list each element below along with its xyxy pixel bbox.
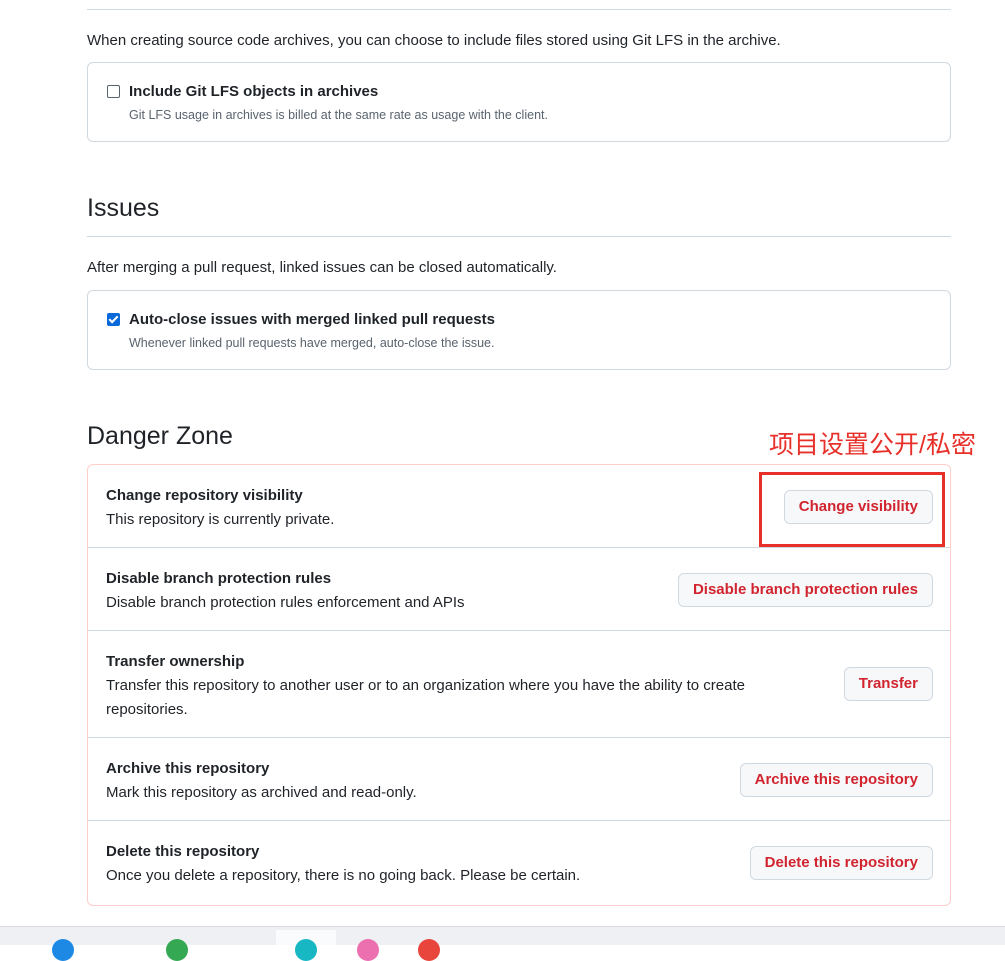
issues-heading: Issues	[87, 194, 160, 222]
include-lfs-checkbox[interactable]	[107, 85, 120, 98]
annotation-highlight-box	[759, 472, 945, 547]
branch-protection-description: Disable branch protection rules enforcem…	[106, 594, 465, 611]
transfer-description: Transfer this repository to another user…	[106, 677, 745, 718]
issues-heading-rule	[87, 236, 951, 237]
delete-description: Once you delete a repository, there is n…	[106, 867, 581, 884]
danger-row-transfer: Transfer ownership Transfer this reposit…	[88, 630, 950, 737]
delete-title: Delete this repository	[106, 843, 260, 860]
issues-option-box: Auto-close issues with merged linked pul…	[87, 290, 951, 370]
lfs-option-box: Include Git LFS objects in archives Git …	[87, 62, 951, 142]
branch-protection-title: Disable branch protection rules	[106, 570, 332, 587]
include-lfs-label[interactable]: Include Git LFS objects in archives	[129, 83, 378, 100]
annotation-label: 项目设置公开/私密	[769, 431, 976, 459]
transfer-title: Transfer ownership	[106, 653, 245, 670]
archive-description: Mark this repository as archived and rea…	[106, 784, 417, 801]
visibility-description: This repository is currently private.	[106, 511, 335, 528]
lfs-description: When creating source code archives, you …	[87, 32, 781, 49]
auto-close-issues-note: Whenever linked pull requests have merge…	[129, 336, 495, 350]
archive-title: Archive this repository	[106, 760, 270, 777]
include-lfs-note: Git LFS usage in archives is billed at t…	[129, 108, 548, 122]
taskbar	[0, 926, 1005, 961]
issues-description: After merging a pull request, linked iss…	[87, 259, 557, 276]
disable-branch-protection-button[interactable]: Disable branch protection rules	[677, 573, 933, 607]
app-icon-pink[interactable]	[357, 939, 379, 961]
chrome-icon[interactable]	[166, 939, 188, 961]
danger-row-branch-protection: Disable branch protection rules Disable …	[88, 547, 950, 630]
danger-row-archive: Archive this repository Mark this reposi…	[88, 737, 950, 820]
danger-row-delete: Delete this repository Once you delete a…	[88, 820, 950, 905]
auto-close-issues-label[interactable]: Auto-close issues with merged linked pul…	[129, 311, 495, 328]
transfer-button[interactable]: Transfer	[843, 667, 933, 701]
auto-close-issues-checkbox[interactable]	[107, 313, 120, 326]
visibility-title: Change repository visibility	[106, 487, 303, 504]
delete-repository-button[interactable]: Delete this repository	[749, 846, 933, 880]
app-icon-red[interactable]	[418, 939, 440, 961]
danger-zone-heading: Danger Zone	[87, 422, 233, 450]
app-icon-teal[interactable]	[295, 939, 317, 961]
top-divider	[87, 9, 951, 10]
edge-icon[interactable]	[52, 939, 74, 961]
archive-repository-button[interactable]: Archive this repository	[739, 763, 933, 797]
